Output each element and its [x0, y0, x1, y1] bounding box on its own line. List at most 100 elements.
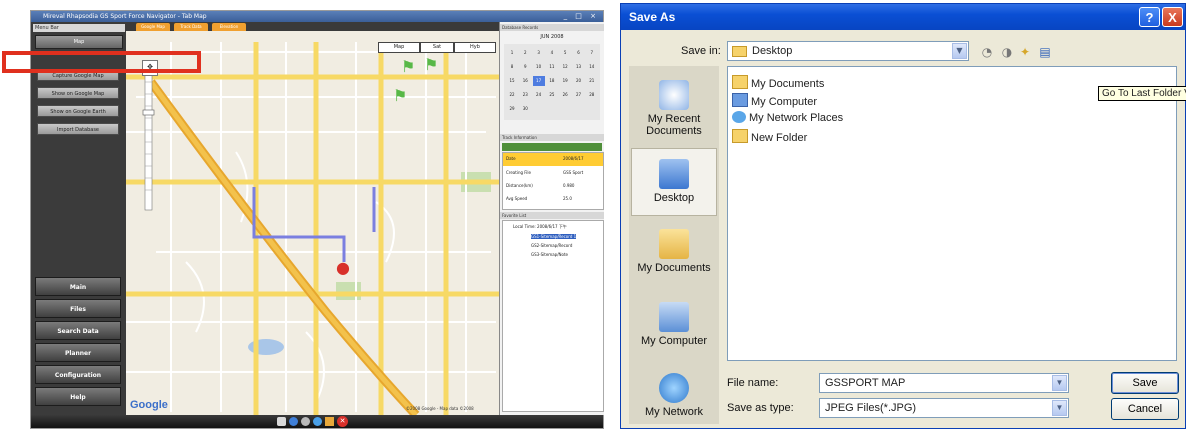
map-type-map-button[interactable]: Map: [378, 42, 420, 53]
cancel-button[interactable]: Cancel: [1111, 398, 1179, 420]
calendar-day[interactable]: 23: [519, 90, 531, 100]
list-item[interactable]: My Documents: [732, 75, 824, 91]
tools-icon[interactable]: [325, 417, 334, 426]
calendar-day[interactable]: 20: [573, 76, 585, 86]
calendar-day[interactable]: 25: [546, 90, 558, 100]
tab-track-data[interactable]: Track Data: [174, 23, 208, 31]
list-item[interactable]: My Network Places: [732, 111, 843, 127]
map-type-sat-button[interactable]: Sat: [420, 42, 454, 53]
map-segment[interactable]: Map: [35, 35, 123, 49]
calendar-day[interactable]: 14: [586, 62, 598, 72]
calendar-day[interactable]: 24: [533, 90, 545, 100]
calendar-day[interactable]: 8: [506, 62, 518, 72]
save-as-type-select[interactable]: JPEG Files(*.JPG) ▼: [819, 398, 1069, 418]
list-item[interactable]: New Folder: [732, 129, 807, 145]
calendar-day[interactable]: 28: [586, 90, 598, 100]
calendar-day[interactable]: 19: [559, 76, 571, 86]
tree-root[interactable]: Local Time: 2008/6/17 下午: [513, 224, 567, 230]
red-marker-icon[interactable]: ●: [336, 258, 350, 277]
nav-help-button[interactable]: Help: [35, 387, 121, 406]
clock-icon[interactable]: [313, 417, 322, 426]
save-as-dialog: Save As ? X Save in: Desktop ▼ ◔ ◑ ✦ ▤ M…: [620, 3, 1186, 429]
capture-button-highlight-box: [2, 51, 201, 73]
calendar-day[interactable]: 17: [532, 76, 545, 86]
place-desktop[interactable]: Desktop: [631, 148, 717, 216]
place-label: My Computer: [640, 335, 708, 347]
calendar-day[interactable]: 9: [519, 62, 531, 72]
save-in-combo[interactable]: Desktop ▼: [727, 41, 969, 61]
calendar-day[interactable]: 6: [573, 48, 585, 58]
calendar-day[interactable]: 26: [559, 90, 571, 100]
nav-configuration-button[interactable]: Configuration: [35, 365, 121, 384]
window-buttons[interactable]: _ □ ×: [564, 11, 599, 22]
green-marker-icon[interactable]: ⚑: [401, 57, 415, 76]
nav-planner-button[interactable]: Planner: [35, 343, 121, 362]
favorite-tree[interactable]: Local Time: 2008/6/17 下午 GS1-Sitemap/Rec…: [502, 220, 604, 412]
new-folder-icon[interactable]: ✦: [1017, 44, 1033, 60]
calendar-day[interactable]: 3: [533, 48, 545, 58]
show-on-google-earth-button[interactable]: Show on Google Earth: [37, 105, 119, 117]
calendar-day[interactable]: 4: [546, 48, 558, 58]
calendar-day[interactable]: 13: [573, 62, 585, 72]
file-name-field[interactable]: GSSPORT MAP ▼: [819, 373, 1069, 393]
google-map-view[interactable]: ✥ Map Sat Hyb ⚑ ⚑ ⚑ ● Google ©2008 Googl…: [126, 22, 499, 415]
chevron-down-icon[interactable]: ▼: [1052, 375, 1067, 391]
file-name-label: File name:: [727, 377, 779, 389]
calendar-day[interactable]: 16: [519, 76, 531, 86]
place-my-computer[interactable]: My Computer: [631, 302, 717, 347]
show-on-google-map-button[interactable]: Show on Google Map: [37, 87, 119, 99]
calendar-day[interactable]: 29: [506, 104, 518, 114]
calendar-day[interactable]: 18: [546, 76, 558, 86]
calendar-day[interactable]: 10: [533, 62, 545, 72]
nav-main-button[interactable]: Main: [35, 277, 121, 296]
place-my-network[interactable]: My Network: [631, 373, 717, 418]
views-menu-icon[interactable]: ▤: [1037, 44, 1053, 60]
calendar-day[interactable]: 2: [519, 48, 531, 58]
places-bar: My Recent Documents Desktop My Documents…: [629, 66, 719, 424]
calendar-day[interactable]: 1: [506, 48, 518, 58]
notepad-icon[interactable]: [277, 417, 286, 426]
close-button[interactable]: X: [1162, 7, 1183, 27]
nav-files-button[interactable]: Files: [35, 299, 121, 318]
calendar-day[interactable]: 7: [586, 48, 598, 58]
calendar-month[interactable]: JUN 2008: [504, 33, 600, 41]
import-database-button[interactable]: Import Database: [37, 123, 119, 135]
exit-icon[interactable]: ✕: [337, 416, 348, 427]
map-canvas[interactable]: [126, 22, 499, 415]
green-marker-icon[interactable]: ⚑: [424, 55, 438, 74]
tree-item[interactable]: GS3-Sitemap/Note: [531, 252, 568, 257]
calendar-day[interactable]: 27: [573, 90, 585, 100]
calendar-day[interactable]: 22: [506, 90, 518, 100]
list-item[interactable]: My Computer: [732, 93, 817, 109]
calendar-day[interactable]: 12: [559, 62, 571, 72]
help-button[interactable]: ?: [1139, 7, 1160, 27]
track-info-bar: [502, 143, 602, 151]
save-as-type-label: Save as type:: [727, 402, 794, 414]
calendar-day[interactable]: 30: [519, 104, 531, 114]
back-icon[interactable]: ◔: [979, 44, 995, 60]
globe-icon[interactable]: [301, 417, 310, 426]
nav-search-data-button[interactable]: Search Data: [35, 321, 121, 340]
place-my-documents[interactable]: My Documents: [631, 229, 717, 274]
chevron-down-icon[interactable]: ▼: [1052, 400, 1067, 416]
save-button[interactable]: Save: [1111, 372, 1179, 394]
tab-google-map[interactable]: Google Map: [136, 23, 170, 31]
chevron-down-icon[interactable]: ▼: [952, 43, 967, 59]
calendar-day[interactable]: 11: [546, 62, 558, 72]
tab-elevation[interactable]: Elevation: [212, 23, 246, 31]
calendar-grid[interactable]: 1 2 3 4 5 6 7 8 9 10 11 12 13 14 15 16 17 18 19 20 21 22 23 24 2…: [504, 44, 600, 120]
file-name: My Computer: [751, 96, 818, 108]
file-name: New Folder: [751, 132, 808, 144]
calendar-day[interactable]: 5: [559, 48, 571, 58]
map-type-hyb-button[interactable]: Hyb: [454, 42, 496, 53]
tree-item[interactable]: GS1-Sitemap/Record 1: [531, 234, 577, 239]
tree-item[interactable]: GS2-Sitemap/Record: [531, 243, 572, 248]
earth-icon[interactable]: [289, 417, 298, 426]
calendar-day[interactable]: 21: [586, 76, 598, 86]
file-list[interactable]: My Documents My Computer My Network Plac…: [727, 66, 1186, 361]
calendar-day[interactable]: 15: [506, 76, 518, 86]
file-name: My Documents: [751, 78, 825, 90]
up-folder-icon[interactable]: ◑: [999, 44, 1015, 60]
green-marker-icon[interactable]: ⚑: [393, 86, 407, 105]
place-my-recent-documents[interactable]: My Recent Documents: [631, 80, 717, 137]
